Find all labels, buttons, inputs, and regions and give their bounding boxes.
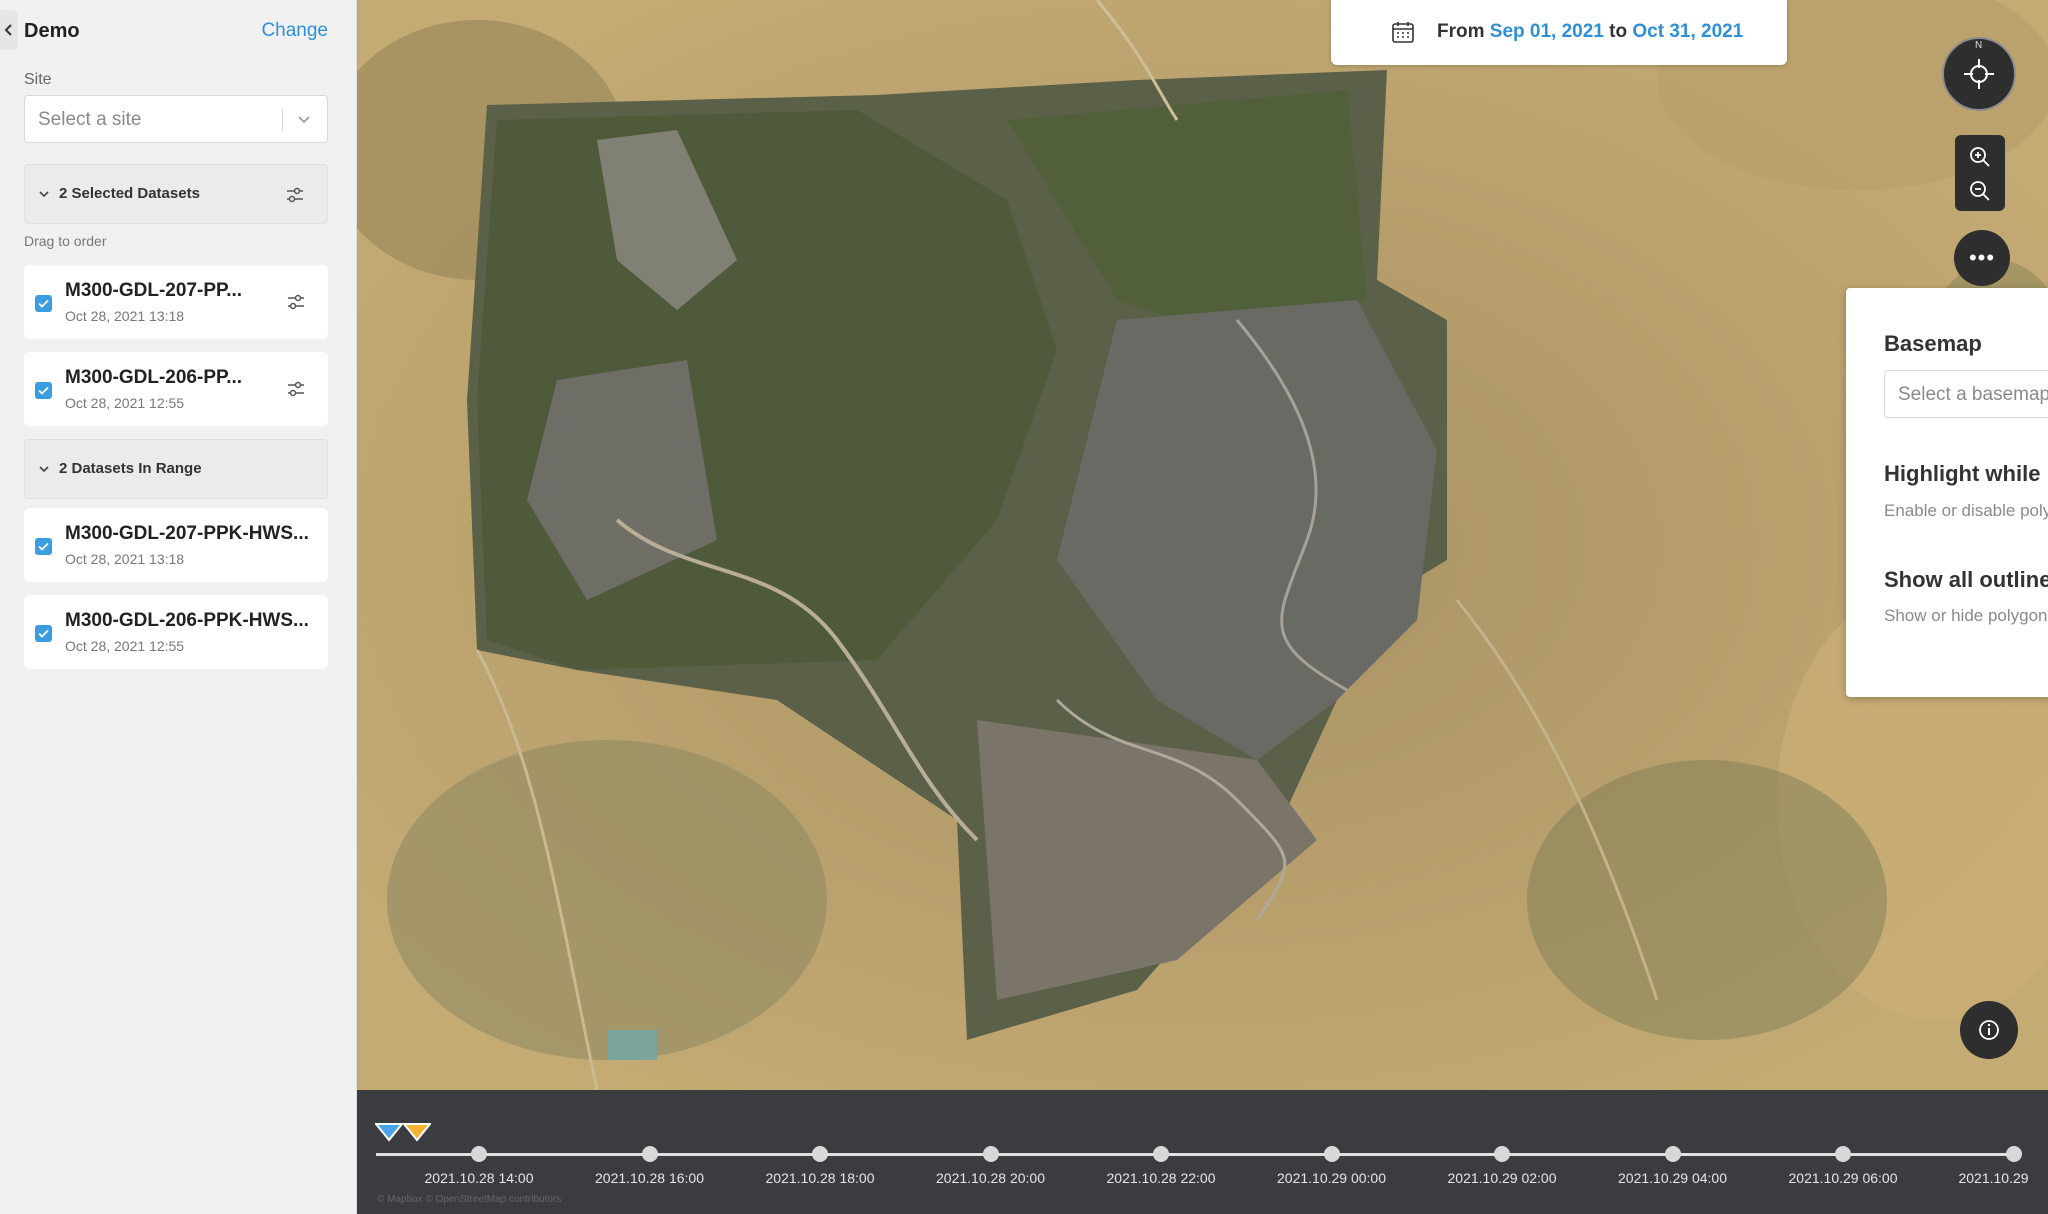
- crosshair-icon: [1964, 59, 1994, 89]
- show-outlines-description: Show or hide polygon fill and outlines o…: [1884, 606, 2048, 625]
- select-separator: [282, 108, 283, 132]
- selected-dataset-card[interactable]: M300-GDL-207-PP... Oct 28, 2021 13:18: [24, 265, 328, 339]
- timeline-tick-label: 2021.10.28 22:00: [1106, 1170, 1216, 1186]
- range-dataset-card[interactable]: M300-GDL-206-PPK-HWS... Oct 28, 2021 12:…: [24, 595, 328, 669]
- chevron-down-icon: [298, 116, 310, 124]
- timeline-tick-dot[interactable]: [1664, 1146, 1681, 1162]
- timeline-tick-label: 2021.10.29: [1958, 1170, 2029, 1186]
- timeline-tick-dot[interactable]: [982, 1146, 999, 1162]
- to-label: to: [1609, 21, 1628, 42]
- selected-datasets-header[interactable]: 2 Selected Datasets: [24, 164, 328, 224]
- chevron-down-icon: [39, 191, 49, 198]
- site-select[interactable]: Select a site: [24, 95, 328, 143]
- timeline-tick-dot[interactable]: [1835, 1146, 1851, 1162]
- timeline-tick-dot[interactable]: [1323, 1146, 1340, 1162]
- collapse-sidebar-button[interactable]: [0, 10, 18, 50]
- site-select-placeholder: Select a site: [38, 109, 142, 130]
- project-title: Demo: [24, 20, 80, 42]
- check-icon: [38, 542, 49, 551]
- selected-dataset-card[interactable]: M300-GDL-206-PP... Oct 28, 2021 12:55: [24, 352, 328, 426]
- date-range-bar[interactable]: From Sep 01, 2021 to Oct 31, 2021: [1331, 0, 1787, 65]
- basemap-select[interactable]: Select a basemap: [1884, 370, 2048, 418]
- datasets-in-range-header[interactable]: 2 Datasets In Range: [24, 439, 328, 499]
- map-attribution: © Mapbox © OpenStreetMap contributors: [377, 1194, 562, 1205]
- info-button[interactable]: [1960, 1001, 2018, 1059]
- selected-datasets-label: 2 Selected Datasets: [59, 185, 200, 202]
- zoom-out-icon[interactable]: [1968, 179, 1992, 203]
- highlight-hover-title: Highlight while hovering: [1884, 461, 2048, 486]
- info-icon: [1979, 1020, 1999, 1040]
- to-date-link[interactable]: Oct 31, 2021: [1632, 21, 1743, 42]
- more-options-icon: •••: [1968, 245, 1996, 270]
- dataset-checkbox[interactable]: [35, 538, 52, 555]
- dataset-marker-blue-icon[interactable]: [375, 1122, 403, 1142]
- timeline-bar[interactable]: 2021.10.28 14:00 2021.10.28 16:00 2021.10.…: [357, 1090, 2048, 1214]
- check-icon: [38, 386, 49, 395]
- dataset-checkbox[interactable]: [35, 295, 52, 312]
- timeline-tick-dot[interactable]: [471, 1146, 487, 1162]
- timeline-tick-label: 2021.10.29 04:00: [1618, 1170, 1727, 1186]
- zoom-in-icon[interactable]: [1968, 145, 1992, 169]
- highlight-hover-description: Enable or disable polygon highlighting: [1884, 501, 2048, 520]
- calendar-icon: [1392, 22, 1414, 43]
- chevron-down-icon: [39, 466, 49, 473]
- dataset-date: Oct 28, 2021 13:18: [65, 551, 185, 567]
- timeline-tick-label: 2021.10.28 18:00: [765, 1170, 875, 1186]
- satellite-imagery: [357, 0, 2048, 1090]
- timeline-tick-dot[interactable]: [2005, 1146, 2022, 1162]
- compass-recenter-button[interactable]: N: [1942, 37, 2016, 111]
- dataset-name: M300-GDL-207-PP...: [65, 280, 243, 301]
- timeline-tick-dot[interactable]: [812, 1146, 828, 1162]
- timeline-track[interactable]: [376, 1153, 2016, 1156]
- check-icon: [38, 629, 49, 638]
- basemap-title: Basemap: [1884, 331, 1982, 356]
- dataset-date: Oct 28, 2021 12:55: [65, 638, 185, 654]
- dataset-marker-orange-icon[interactable]: [403, 1122, 431, 1142]
- basemap-select-placeholder: Select a basemap: [1898, 384, 2048, 405]
- check-icon: [38, 299, 49, 308]
- timeline-tick-dot[interactable]: [1494, 1146, 1510, 1162]
- dataset-name: M300-GDL-207-PPK-HWS...: [65, 523, 309, 544]
- from-label: From: [1437, 21, 1485, 42]
- drag-to-order-hint: Drag to order: [24, 233, 107, 249]
- zoom-controls: [1955, 135, 2005, 211]
- site-label: Site: [24, 71, 52, 88]
- dataset-date: Oct 28, 2021 13:18: [65, 308, 185, 324]
- timeline-tick-label: 2021.10.28 16:00: [595, 1170, 704, 1186]
- timeline-tick-label: 2021.10.29 02:00: [1447, 1170, 1557, 1186]
- timeline-tick-dot[interactable]: [1153, 1146, 1169, 1162]
- chevron-left-icon: [4, 24, 12, 36]
- range-dataset-card[interactable]: M300-GDL-207-PPK-HWS... Oct 28, 2021 13:…: [24, 508, 328, 582]
- change-project-link[interactable]: Change: [261, 20, 328, 42]
- sidebar: Demo Change Site Select a site 2 Selecte…: [0, 0, 357, 1214]
- timeline-tick-label: 2021.10.29 06:00: [1788, 1170, 1898, 1186]
- dataset-name: M300-GDL-206-PPK-HWS...: [65, 610, 309, 631]
- dataset-checkbox[interactable]: [35, 382, 52, 399]
- more-options-button[interactable]: •••: [1954, 230, 2010, 286]
- adjust-sliders-icon[interactable]: [286, 379, 306, 399]
- dataset-checkbox[interactable]: [35, 625, 52, 642]
- filter-sliders-icon[interactable]: [285, 185, 305, 205]
- dataset-name: M300-GDL-206-PP...: [65, 367, 243, 388]
- dataset-date: Oct 28, 2021 12:55: [65, 395, 185, 411]
- timeline-tick-label: 2021.10.29 00:00: [1277, 1170, 1386, 1186]
- timeline-tick-dot[interactable]: [641, 1146, 658, 1162]
- map-canvas[interactable]: From Sep 01, 2021 to Oct 31, 2021 Basema…: [357, 0, 2048, 1090]
- adjust-sliders-icon[interactable]: [286, 292, 306, 312]
- timeline-tick-label: 2021.10.28 20:00: [936, 1170, 1045, 1186]
- show-outlines-title: Show all outlines: [1884, 567, 2048, 592]
- datasets-in-range-label: 2 Datasets In Range: [59, 460, 202, 477]
- map-settings-panel: Basemap Select a basemap Highlight while…: [1846, 288, 2048, 697]
- timeline-tick-label: 2021.10.28 14:00: [424, 1170, 534, 1186]
- date-range-text: From Sep 01, 2021 to Oct 31, 2021: [1437, 21, 1743, 43]
- from-date-link[interactable]: Sep 01, 2021: [1490, 21, 1604, 42]
